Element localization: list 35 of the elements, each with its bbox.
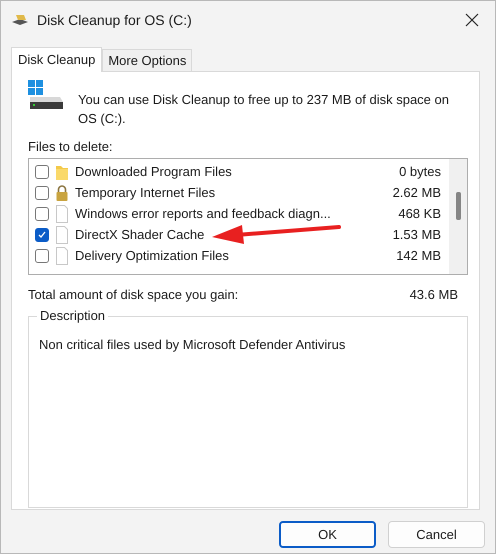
tab[interactable]: Disk Cleanup — [11, 47, 102, 72]
close-icon — [465, 12, 479, 26]
window-title: Disk Cleanup for OS (C:) — [37, 12, 193, 28]
file-name: Downloaded Program Files — [75, 164, 232, 179]
checkbox[interactable] — [35, 186, 49, 200]
file-size: 0 bytes — [399, 164, 442, 179]
description-title: Description — [37, 308, 108, 323]
checkbox[interactable] — [35, 164, 49, 178]
file-size: 1.53 MB — [392, 227, 442, 242]
checkbox[interactable] — [35, 206, 49, 220]
tab[interactable]: More Options — [102, 49, 192, 71]
checkmark-icon — [37, 230, 47, 240]
file-icon — [55, 226, 69, 244]
dialog-button[interactable]: OK — [279, 521, 376, 548]
total-value: 43.6 MB — [410, 287, 458, 302]
file-size: 142 MB — [396, 248, 442, 263]
file-name: DirectX Shader Cache — [75, 227, 204, 242]
checkbox[interactable] — [35, 228, 49, 242]
dialog-button[interactable]: Cancel — [388, 521, 485, 548]
file-name: Windows error reports and feedback diagn... — [75, 206, 331, 221]
file-size: 468 KB — [398, 206, 442, 221]
file-size: 2.62 MB — [392, 185, 442, 200]
file-name: Temporary Internet Files — [75, 185, 216, 200]
file-icon — [55, 246, 69, 264]
file-icon — [55, 204, 69, 222]
total-label: Total amount of disk space you gain: — [28, 287, 238, 302]
description-text: Non critical files used by Microsoft Defender Antivirus — [39, 337, 346, 352]
drive-icon — [28, 80, 64, 110]
files-label: Files to delete: — [28, 139, 114, 154]
padlock-icon — [55, 184, 69, 202]
disk-cleanup-icon — [11, 12, 29, 26]
scrollbar[interactable] — [449, 159, 467, 274]
checkbox[interactable] — [35, 248, 49, 262]
file-name: Delivery Optimization Files — [75, 248, 229, 263]
intro-text: You can use Disk Cleanup to free up to 237 MB of disk space on OS (C:). — [78, 91, 450, 128]
